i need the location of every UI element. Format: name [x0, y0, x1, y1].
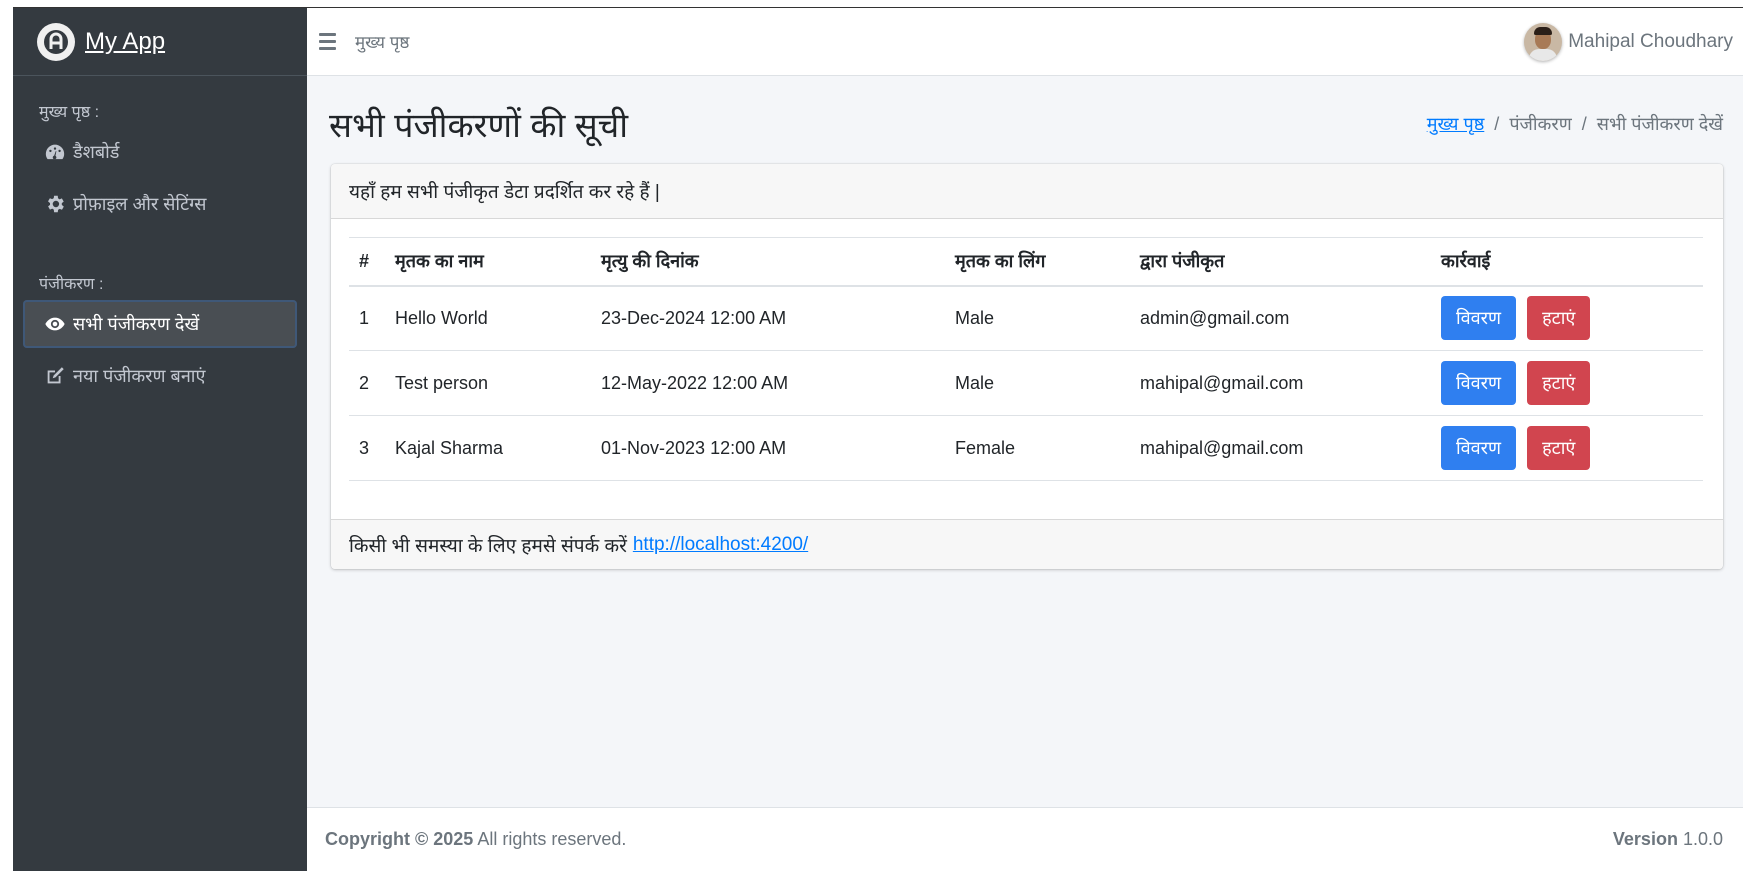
main-area: मुख्य पृष्ठ Mahipal Choudhary सभी पंजीकर…	[307, 8, 1743, 871]
gear-icon	[43, 194, 67, 214]
table-row: 2 Test person 12-May-2022 12:00 AM Male …	[349, 350, 1703, 416]
top-home-link[interactable]: मुख्य पृष्ठ	[355, 30, 409, 53]
sidebar-item-label: नया पंजीकरण बनाएं	[73, 366, 206, 386]
version-label: Version	[1612, 829, 1678, 849]
view-details-button[interactable]: विवरण	[1441, 361, 1517, 405]
breadcrumb-separator: /	[1494, 113, 1500, 134]
version: Version 1.0.0	[1613, 829, 1723, 850]
version-value: 1.0.0	[1682, 829, 1723, 849]
card-footer: किसी भी समस्या के लिए हमसे संपर्क करें h…	[331, 519, 1723, 569]
avatar[interactable]	[1524, 22, 1563, 61]
nav-section-registration: पंजीकरण :	[39, 276, 104, 293]
copyright: Copyright © 2025 All rights reserved.	[325, 829, 626, 850]
cell-date: 23-Dec-2024 12:00 AM	[591, 285, 945, 351]
card-body: # मृतक का नाम मृत्यु की दिनांक मृतक का ल…	[331, 219, 1723, 519]
registrations-table: # मृतक का नाम मृत्यु की दिनांक मृतक का ल…	[349, 237, 1703, 481]
sidebar-item-label: सभी पंजीकरण देखें	[73, 314, 200, 334]
delete-button[interactable]: हटाएं	[1527, 296, 1591, 341]
sidebar-item-label: प्रोफ़ाइल और सेटिंग्स	[73, 194, 207, 214]
dashboard-icon	[43, 142, 67, 162]
column-header: कार्रवाई	[1431, 237, 1703, 287]
table-row: 1 Hello World 23-Dec-2024 12:00 AM Male …	[349, 285, 1703, 351]
sidebar-item-dashboard[interactable]: डैशबोर्ड	[23, 128, 297, 176]
sidebar-item-view-all-registrations[interactable]: सभी पंजीकरण देखें	[23, 300, 297, 348]
table-header-row: # मृतक का नाम मृत्यु की दिनांक मृतक का ल…	[349, 237, 1703, 287]
breadcrumb-separator: /	[1581, 113, 1587, 134]
sidebar-item-label: डैशबोर्ड	[73, 142, 120, 162]
card-header: यहाँ हम सभी पंजीकृत डेटा प्रदर्शित कर रह…	[331, 164, 1723, 219]
breadcrumb-item-current: सभी पंजीकरण देखें	[1596, 114, 1723, 134]
nav-section-home: मुख्य पृष्ठ :	[39, 104, 100, 121]
breadcrumb: मुख्य पृष्ठ / पंजीकरण / सभी पंजीकरण देखे…	[1427, 112, 1723, 136]
content-header: सभी पंजीकरणों की सूची मुख्य पृष्ठ / पंजी…	[307, 76, 1743, 154]
cell-registered-by: mahipal@gmail.com	[1130, 415, 1431, 481]
column-header: मृतक का नाम	[385, 237, 591, 287]
copyright-rest: All rights reserved.	[477, 829, 627, 849]
cell-actions: विवरण हटाएं	[1431, 350, 1703, 416]
view-details-button[interactable]: विवरण	[1441, 426, 1517, 470]
cell-registered-by: admin@gmail.com	[1130, 285, 1431, 351]
delete-button[interactable]: हटाएं	[1527, 426, 1591, 470]
cell-actions: विवरण हटाएं	[1431, 415, 1703, 481]
cell-gender: Male	[945, 285, 1130, 351]
brand-logo-icon	[37, 22, 75, 61]
breadcrumb-item: पंजीकरण	[1509, 114, 1572, 134]
sidebar-item-new-registration[interactable]: नया पंजीकरण बनाएं	[23, 352, 297, 400]
user-name[interactable]: Mahipal Choudhary	[1568, 31, 1733, 53]
registrations-card: यहाँ हम सभी पंजीकृत डेटा प्रदर्शित कर रह…	[331, 164, 1723, 569]
cell-name: Test person	[385, 350, 591, 416]
sidebar-item-profile-settings[interactable]: प्रोफ़ाइल और सेटिंग्स	[23, 180, 297, 228]
column-header: द्वारा पंजीकृत	[1130, 237, 1431, 287]
column-header: मृत्यु की दिनांक	[591, 237, 945, 287]
app-frame: My App मुख्य पृष्ठ : डैशबोर्ड प्रोफ़ाइल …	[13, 7, 1743, 871]
cell-number: 2	[349, 350, 385, 416]
breadcrumb-home-link[interactable]: मुख्य पृष्ठ	[1427, 112, 1485, 136]
brand-name[interactable]: My App	[85, 28, 165, 56]
user-menu[interactable]: Mahipal Choudhary	[1524, 22, 1733, 61]
column-header: #	[349, 237, 385, 287]
cell-gender: Male	[945, 350, 1130, 416]
hamburger-menu-icon[interactable]	[319, 31, 341, 53]
main-footer: Copyright © 2025 All rights reserved. Ve…	[307, 807, 1743, 871]
cell-date: 01-Nov-2023 12:00 AM	[591, 415, 945, 481]
top-navbar: मुख्य पृष्ठ Mahipal Choudhary	[307, 8, 1743, 76]
cell-actions: विवरण हटाएं	[1431, 285, 1703, 351]
cell-number: 1	[349, 285, 385, 351]
view-details-button[interactable]: विवरण	[1441, 296, 1517, 341]
delete-button[interactable]: हटाएं	[1527, 361, 1591, 405]
contact-text: किसी भी समस्या के लिए हमसे संपर्क करें	[349, 535, 627, 557]
page-title: सभी पंजीकरणों की सूची	[329, 107, 629, 145]
cell-name: Hello World	[385, 285, 591, 351]
edit-icon	[43, 366, 67, 386]
eye-icon	[43, 314, 67, 334]
column-header: मृतक का लिंग	[945, 237, 1130, 287]
copyright-bold: Copyright © 2025	[325, 829, 474, 849]
contact-link[interactable]: http://localhost:4200/	[633, 534, 808, 556]
cell-date: 12-May-2022 12:00 AM	[591, 350, 945, 416]
cell-name: Kajal Sharma	[385, 415, 591, 481]
sidebar: My App मुख्य पृष्ठ : डैशबोर्ड प्रोफ़ाइल …	[13, 8, 307, 871]
cell-gender: Female	[945, 415, 1130, 481]
cell-registered-by: mahipal@gmail.com	[1130, 350, 1431, 416]
table-row: 3 Kajal Sharma 01-Nov-2023 12:00 AM Fema…	[349, 415, 1703, 481]
cell-number: 3	[349, 415, 385, 481]
brand[interactable]: My App	[13, 8, 307, 76]
